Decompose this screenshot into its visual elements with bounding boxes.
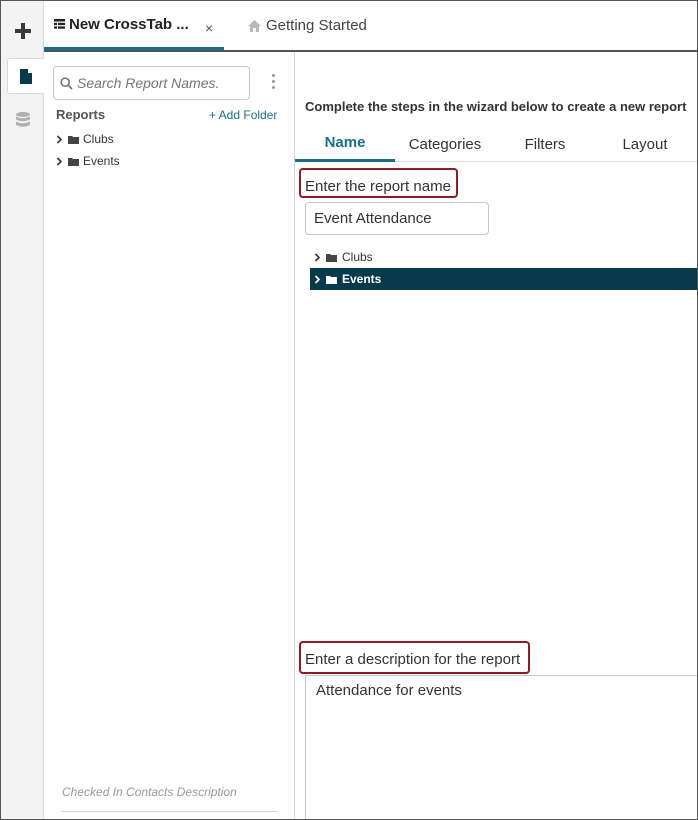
folder-item-events[interactable]: Events — [310, 268, 697, 290]
search-icon — [60, 76, 73, 90]
chevron-right-icon[interactable] — [56, 134, 66, 144]
chevron-right-icon[interactable] — [56, 156, 66, 166]
chevron-right-icon[interactable] — [314, 274, 324, 284]
report-description-preview: Checked In Contacts Description — [62, 785, 237, 799]
more-options-icon[interactable] — [272, 74, 276, 92]
wizard-instructions: Complete the steps in the wizard below t… — [305, 99, 687, 114]
tree-item-label: Clubs — [83, 132, 114, 146]
add-button[interactable] — [1, 13, 44, 49]
tab-label: Getting Started — [266, 17, 367, 34]
wizard-steps: Name Categories Filters Layout — [295, 126, 697, 162]
search-box[interactable] — [53, 66, 250, 100]
icon-rail — [1, 1, 44, 819]
report-name-input[interactable] — [305, 202, 489, 235]
tab-getting-started[interactable]: Getting Started — [248, 1, 367, 50]
add-folder-link[interactable]: + Add Folder — [209, 108, 277, 122]
app-window: New CrossTab ... × Getting Started Repor… — [0, 0, 698, 820]
folder-icon — [68, 135, 79, 144]
folder-icon — [326, 275, 337, 284]
description-textarea[interactable]: Attendance for events — [305, 675, 697, 819]
folder-icon — [326, 253, 337, 262]
folder-item-clubs[interactable]: Clubs — [310, 246, 697, 268]
tab-layout[interactable]: Layout — [595, 126, 695, 162]
search-input[interactable] — [77, 75, 237, 91]
crosstab-icon — [54, 19, 65, 29]
tree-item-events[interactable]: Events — [56, 153, 120, 169]
folder-label: Clubs — [342, 250, 373, 264]
tab-name[interactable]: Name — [295, 126, 395, 162]
reports-nav-button[interactable] — [7, 58, 44, 94]
close-icon[interactable]: × — [205, 20, 213, 36]
tree-item-clubs[interactable]: Clubs — [56, 131, 114, 147]
tab-new-crosstab[interactable]: New CrossTab ... × — [44, 1, 224, 50]
tree-item-label: Events — [83, 154, 120, 168]
reports-heading: Reports — [56, 107, 106, 122]
reports-sidebar: Reports + Add Folder Clubs Events Checke… — [44, 52, 295, 819]
home-icon — [248, 19, 261, 32]
description-label: Enter a description for the report — [305, 651, 521, 668]
divider — [61, 811, 277, 812]
tab-bar: New CrossTab ... × Getting Started — [44, 1, 697, 52]
tab-label: New CrossTab ... — [69, 15, 189, 33]
document-icon — [20, 68, 32, 84]
wizard-panel: Complete the steps in the wizard below t… — [295, 52, 697, 819]
report-name-label: Enter the report name — [305, 178, 451, 195]
tab-filters[interactable]: Filters — [495, 126, 595, 162]
plus-icon — [14, 23, 31, 39]
chevron-right-icon[interactable] — [314, 252, 324, 262]
data-sources-nav-button[interactable] — [1, 102, 44, 138]
tab-categories[interactable]: Categories — [395, 126, 495, 162]
folder-icon — [68, 157, 79, 166]
database-icon — [15, 112, 30, 127]
folder-label: Events — [342, 272, 382, 286]
